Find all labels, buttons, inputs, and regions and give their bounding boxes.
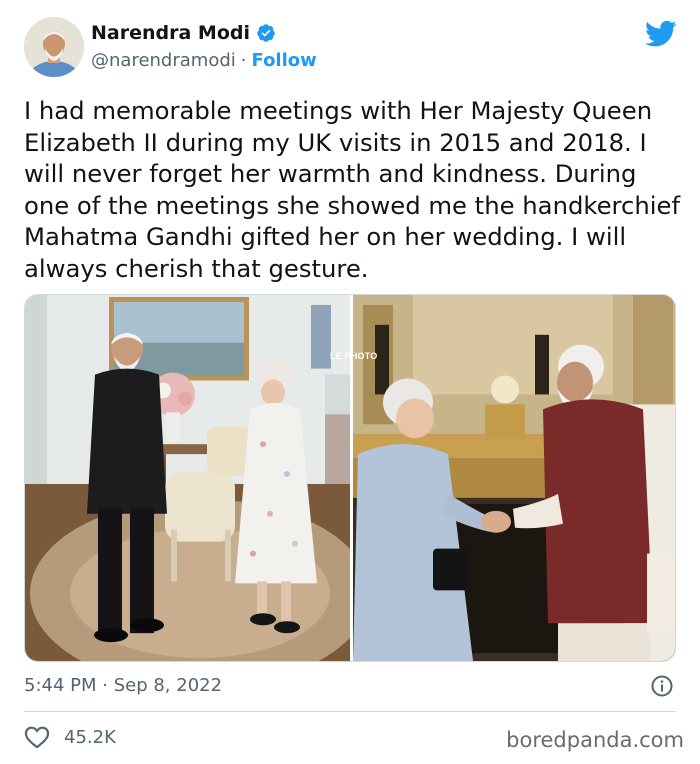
tweet-media[interactable] — [24, 294, 676, 662]
separator-dot: · — [240, 50, 247, 71]
author-name-row[interactable]: Narendra Modi — [91, 22, 276, 44]
info-icon[interactable] — [650, 674, 674, 698]
heart-icon — [24, 726, 50, 749]
verified-badge-icon — [257, 24, 275, 42]
avatar[interactable] — [24, 17, 84, 77]
tweet-timestamp[interactable]: 5:44 PM · Sep 8, 2022 — [24, 675, 222, 696]
watermark: boredpanda.com — [506, 728, 684, 752]
author-handle[interactable]: @narendramodi — [91, 50, 236, 71]
twitter-bird-icon[interactable] — [645, 20, 677, 48]
media-photo-right[interactable] — [353, 295, 676, 661]
like-button[interactable]: 45.2K — [24, 725, 116, 749]
tweet-text: I had memorable meetings with Her Majest… — [24, 96, 681, 283]
author-handle-row: @narendramodi · Follow — [91, 50, 317, 71]
author-name[interactable]: Narendra Modi — [91, 22, 250, 44]
follow-button[interactable]: Follow — [252, 50, 317, 71]
divider — [24, 711, 676, 712]
photo-credit: LE PHOTO — [330, 351, 378, 361]
avatar-photo — [24, 17, 84, 77]
like-count: 45.2K — [64, 726, 116, 748]
media-photo-left[interactable] — [25, 295, 350, 661]
